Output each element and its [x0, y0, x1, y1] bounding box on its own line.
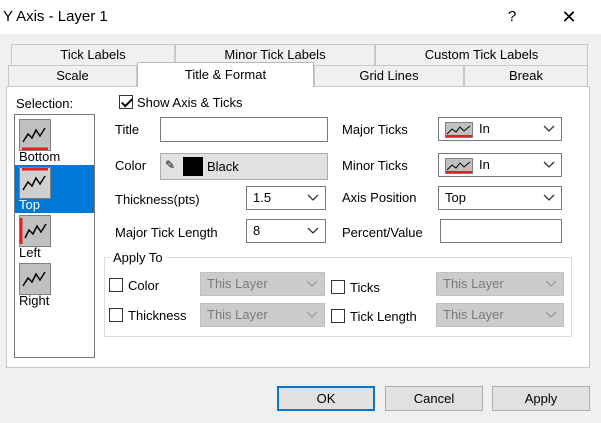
apply-thickness-select[interactable]: This Layer — [200, 303, 325, 327]
minor-ticks-value: In — [479, 157, 490, 172]
major-ticks-select[interactable]: In — [438, 117, 562, 141]
color-label: Color — [115, 158, 147, 173]
selection-item-label: Right — [19, 293, 50, 308]
thickness-label: Thickness(pts) — [115, 192, 200, 207]
selection-label: Selection: — [16, 96, 74, 111]
color-swatch — [183, 157, 203, 176]
major-tick-length-select[interactable]: 8 — [246, 219, 326, 243]
percent-value-label: Percent/Value — [342, 225, 423, 240]
major-tick-length-value: 8 — [253, 223, 261, 238]
major-ticks-label: Major Ticks — [342, 122, 408, 137]
tab-break[interactable]: Break — [464, 65, 588, 86]
tab-grid-lines[interactable]: Grid Lines — [314, 65, 464, 86]
pencil-icon: ✎ — [165, 158, 176, 172]
thickness-select[interactable]: 1.5 — [246, 186, 326, 210]
axis-top-icon — [19, 167, 51, 199]
tick-direction-icon — [445, 158, 473, 174]
dialog-window: Y Axis - Layer 1 ? ✕ Tick Labels Minor T… — [0, 0, 601, 423]
apply-ticks-value: This Layer — [443, 276, 504, 291]
close-button[interactable]: ✕ — [554, 5, 584, 29]
apply-ticks-label: Ticks — [350, 280, 380, 295]
axis-position-select[interactable]: Top — [438, 186, 562, 210]
show-axis-checkbox[interactable] — [119, 95, 133, 109]
apply-color-select[interactable]: This Layer — [200, 272, 325, 296]
apply-thickness-checkbox[interactable] — [109, 308, 123, 322]
apply-button[interactable]: Apply — [492, 386, 590, 411]
axis-left-icon — [19, 215, 51, 247]
axis-position-label: Axis Position — [342, 190, 417, 205]
chevron-down-icon — [543, 118, 555, 140]
ok-button[interactable]: OK — [277, 386, 375, 411]
selection-item-label: Bottom — [19, 149, 61, 164]
window-title: Y Axis - Layer 1 — [3, 8, 108, 25]
cancel-button[interactable]: Cancel — [385, 386, 483, 411]
show-axis-label: Show Axis & Ticks — [137, 95, 243, 110]
apply-tick-length-value: This Layer — [443, 307, 504, 322]
minor-ticks-label: Minor Ticks — [342, 158, 408, 173]
apply-ticks-select[interactable]: This Layer — [436, 272, 564, 296]
chevron-down-icon — [545, 273, 557, 295]
chevron-down-icon — [545, 304, 557, 326]
tab-custom-tick-labels[interactable]: Custom Tick Labels — [375, 44, 588, 65]
apply-color-label: Color — [128, 278, 160, 293]
apply-to-title: Apply To — [110, 250, 166, 265]
tab-scale[interactable]: Scale — [8, 65, 137, 86]
selection-list: Bottom Top Left Right — [14, 114, 95, 358]
selection-item-bottom[interactable]: Bottom — [15, 117, 94, 165]
minor-ticks-select[interactable]: In — [438, 153, 562, 177]
title-bar: Y Axis - Layer 1 ? ✕ — [0, 0, 601, 34]
apply-tick-length-label: Tick Length — [350, 309, 417, 324]
axis-position-value: Top — [445, 190, 466, 205]
tick-direction-icon — [445, 122, 473, 138]
title-input[interactable] — [160, 117, 328, 142]
percent-value-input[interactable] — [440, 219, 562, 243]
axis-bottom-icon — [19, 119, 51, 151]
title-label: Title — [115, 122, 140, 137]
apply-tick-length-checkbox[interactable] — [331, 309, 345, 323]
color-picker-button[interactable]: ✎ Black — [160, 153, 328, 180]
chevron-down-icon — [306, 304, 318, 326]
color-name: Black — [207, 159, 239, 174]
selection-item-label: Left — [19, 245, 41, 260]
major-ticks-value: In — [479, 121, 490, 136]
chevron-down-icon — [306, 273, 318, 295]
apply-color-checkbox[interactable] — [109, 278, 123, 292]
help-button[interactable]: ? — [500, 6, 524, 28]
chevron-down-icon — [543, 187, 555, 209]
selection-item-top[interactable]: Top — [15, 165, 94, 213]
apply-color-value: This Layer — [207, 276, 268, 291]
apply-ticks-checkbox[interactable] — [331, 280, 345, 294]
apply-tick-length-select[interactable]: This Layer — [436, 303, 564, 327]
chevron-down-icon — [543, 154, 555, 176]
major-tick-length-label: Major Tick Length — [115, 225, 218, 240]
chevron-down-icon — [307, 187, 319, 209]
axis-right-icon — [19, 263, 51, 295]
chevron-down-icon — [307, 220, 319, 242]
selection-item-left[interactable]: Left — [15, 213, 94, 261]
selection-item-right[interactable]: Right — [15, 261, 94, 309]
thickness-value: 1.5 — [253, 190, 272, 205]
apply-thickness-label: Thickness — [128, 308, 187, 323]
tab-title-format[interactable]: Title & Format — [137, 62, 314, 87]
selection-item-label: Top — [19, 197, 40, 212]
apply-thickness-value: This Layer — [207, 307, 268, 322]
